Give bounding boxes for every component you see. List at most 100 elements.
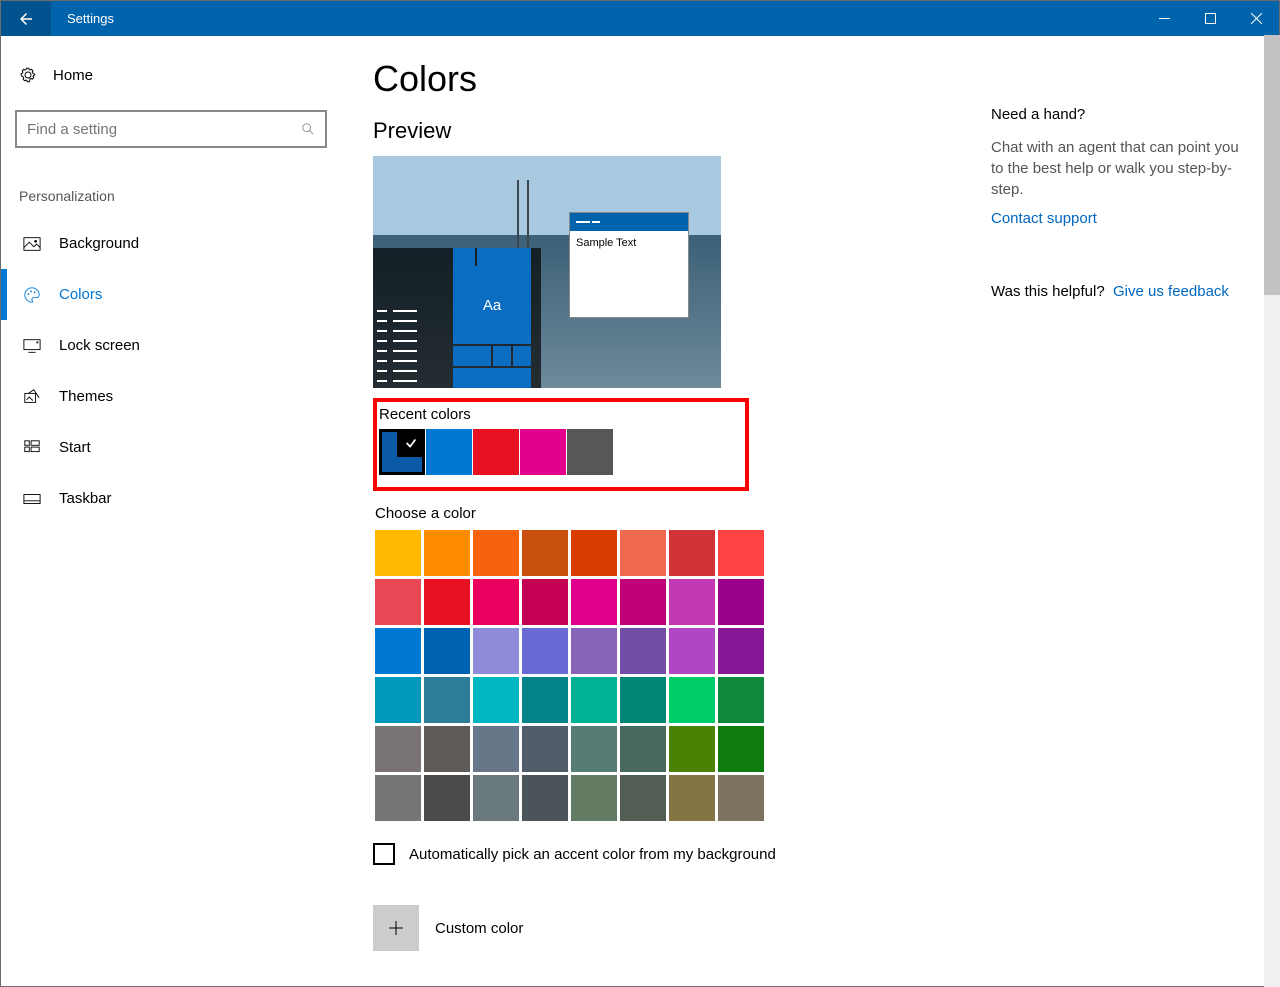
- picture-icon: [23, 235, 41, 253]
- color-swatch[interactable]: [424, 726, 470, 772]
- color-swatch[interactable]: [571, 530, 617, 576]
- color-swatch[interactable]: [375, 579, 421, 625]
- color-swatch[interactable]: [424, 530, 470, 576]
- color-swatch[interactable]: [669, 530, 715, 576]
- color-swatch[interactable]: [424, 775, 470, 821]
- custom-color-row[interactable]: Custom color: [373, 905, 1279, 951]
- color-swatch[interactable]: [669, 579, 715, 625]
- sidebar-item-lock-screen[interactable]: Lock screen: [15, 320, 327, 371]
- color-swatch[interactable]: [473, 726, 519, 772]
- sidebar-item-label: Background: [59, 235, 139, 252]
- color-swatch[interactable]: [571, 677, 617, 723]
- color-swatch[interactable]: [473, 775, 519, 821]
- color-grid: [373, 530, 1279, 821]
- color-swatch[interactable]: [522, 579, 568, 625]
- minimize-button[interactable]: [1141, 1, 1187, 36]
- custom-color-button[interactable]: [373, 905, 419, 951]
- sidebar-item-label: Taskbar: [59, 490, 112, 507]
- color-swatch[interactable]: [571, 628, 617, 674]
- color-swatch[interactable]: [620, 530, 666, 576]
- color-swatch[interactable]: [424, 628, 470, 674]
- color-swatch[interactable]: [473, 530, 519, 576]
- gear-icon: [19, 66, 37, 84]
- color-swatch[interactable]: [522, 677, 568, 723]
- arrow-left-icon: [17, 10, 35, 28]
- auto-pick-label: Automatically pick an accent color from …: [409, 846, 776, 863]
- color-swatch[interactable]: [522, 530, 568, 576]
- maximize-icon: [1205, 13, 1216, 24]
- color-swatch[interactable]: [669, 726, 715, 772]
- color-swatch[interactable]: [522, 775, 568, 821]
- color-swatch[interactable]: [669, 775, 715, 821]
- color-swatch[interactable]: [669, 677, 715, 723]
- auto-pick-checkbox-row[interactable]: Automatically pick an accent color from …: [373, 843, 1279, 865]
- preview-thumbnail: Aa Sample Text: [373, 156, 721, 388]
- minimize-icon: [1159, 13, 1170, 24]
- scrollbar-thumb[interactable]: [1264, 35, 1280, 295]
- taskbar-icon: [23, 490, 41, 508]
- color-swatch[interactable]: [669, 628, 715, 674]
- color-swatch[interactable]: [473, 628, 519, 674]
- color-swatch[interactable]: [718, 775, 764, 821]
- color-swatch[interactable]: [375, 628, 421, 674]
- color-swatch[interactable]: [375, 677, 421, 723]
- color-swatch[interactable]: [620, 579, 666, 625]
- color-swatch[interactable]: [620, 726, 666, 772]
- color-swatch[interactable]: [571, 775, 617, 821]
- color-swatch[interactable]: [718, 579, 764, 625]
- help-text: Chat with an agent that can point you to…: [991, 137, 1239, 200]
- contact-support-link[interactable]: Contact support: [991, 210, 1239, 227]
- preview-sample-window: Sample Text: [569, 212, 689, 318]
- help-panel: Need a hand? Chat with an agent that can…: [991, 106, 1239, 300]
- sidebar-item-colors[interactable]: Colors: [15, 269, 327, 320]
- search-box[interactable]: [15, 110, 327, 148]
- color-swatch[interactable]: [620, 677, 666, 723]
- color-swatch[interactable]: [718, 677, 764, 723]
- preview-sample-text: Sample Text: [570, 231, 688, 255]
- recent-colors-label: Recent colors: [377, 402, 613, 429]
- sidebar-item-label: Themes: [59, 388, 113, 405]
- color-swatch[interactable]: [522, 628, 568, 674]
- recent-color-swatch[interactable]: [426, 429, 472, 475]
- color-swatch[interactable]: [375, 775, 421, 821]
- color-swatch[interactable]: [424, 579, 470, 625]
- color-swatch[interactable]: [571, 579, 617, 625]
- search-input[interactable]: [27, 121, 301, 138]
- color-swatch[interactable]: [473, 677, 519, 723]
- sidebar-item-taskbar[interactable]: Taskbar: [15, 473, 327, 524]
- recent-color-swatch[interactable]: [379, 429, 425, 475]
- checkbox-icon[interactable]: [373, 843, 395, 865]
- back-button[interactable]: [1, 1, 51, 36]
- color-swatch[interactable]: [620, 775, 666, 821]
- plus-icon: [388, 920, 404, 936]
- recent-color-swatch[interactable]: [567, 429, 613, 475]
- sidebar-item-label: Lock screen: [59, 337, 140, 354]
- sidebar-item-label: Start: [59, 439, 91, 456]
- page-title: Colors: [373, 58, 1279, 100]
- recent-color-swatch[interactable]: [520, 429, 566, 475]
- sidebar-item-themes[interactable]: Themes: [15, 371, 327, 422]
- preview-tile-text: Aa: [453, 266, 531, 344]
- was-helpful-label: Was this helpful?: [991, 283, 1105, 300]
- color-swatch[interactable]: [718, 628, 764, 674]
- sidebar-item-start[interactable]: Start: [15, 422, 327, 473]
- color-swatch[interactable]: [424, 677, 470, 723]
- home-nav[interactable]: Home: [15, 58, 327, 92]
- recent-color-swatch[interactable]: [473, 429, 519, 475]
- color-swatch[interactable]: [718, 726, 764, 772]
- color-swatch[interactable]: [522, 726, 568, 772]
- maximize-button[interactable]: [1187, 1, 1233, 36]
- color-swatch[interactable]: [473, 579, 519, 625]
- color-swatch[interactable]: [375, 726, 421, 772]
- give-feedback-link[interactable]: Give us feedback: [1113, 283, 1229, 300]
- sidebar-item-label: Colors: [59, 286, 102, 303]
- color-swatch[interactable]: [718, 530, 764, 576]
- search-icon: [301, 122, 315, 136]
- recent-colors-row: [377, 429, 613, 475]
- close-button[interactable]: [1233, 1, 1279, 36]
- color-swatch[interactable]: [620, 628, 666, 674]
- color-swatch[interactable]: [571, 726, 617, 772]
- home-label: Home: [53, 67, 93, 84]
- color-swatch[interactable]: [375, 530, 421, 576]
- sidebar-item-background[interactable]: Background: [15, 218, 327, 269]
